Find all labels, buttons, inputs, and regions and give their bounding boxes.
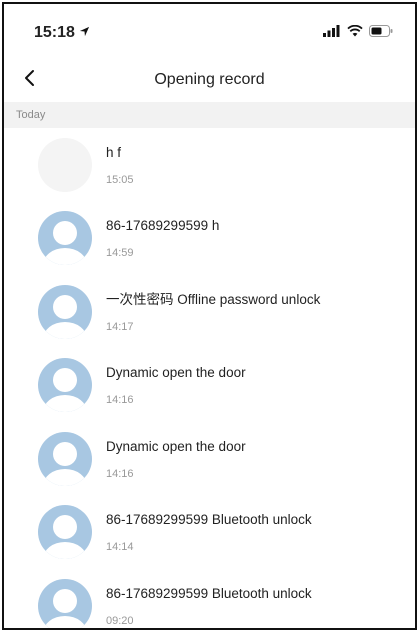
avatar [38, 358, 92, 413]
avatar [38, 578, 92, 628]
status-icons [323, 24, 393, 42]
avatar [38, 284, 92, 339]
record-row[interactable]: Dynamic open the door 14:16 [4, 349, 415, 423]
page-title: Opening record [154, 71, 265, 88]
section-label: Today [16, 109, 46, 121]
record-title: h f [106, 144, 122, 160]
record-title: 一次性密码 Offline password unlock [106, 291, 321, 307]
status-time-group: 15:18 [34, 24, 90, 42]
record-text: Dynamic open the door 14:16 [106, 364, 246, 406]
record-time: 14:16 [106, 467, 134, 480]
user-silhouette-icon [38, 579, 92, 628]
record-time: 14:16 [106, 394, 134, 407]
user-silhouette-icon [38, 505, 92, 560]
record-time: 09:20 [106, 614, 134, 627]
record-time: 15:05 [106, 173, 134, 186]
user-silhouette-icon [38, 432, 92, 486]
user-silhouette-icon [38, 358, 92, 413]
record-text: 86-17689299599 h 14:59 [106, 217, 219, 259]
nav-bar: Opening record [4, 62, 415, 98]
status-bar: 15:18 [4, 4, 415, 62]
user-silhouette-icon [38, 285, 92, 339]
screen: 15:18 Opening record Today h f 15:05 86-… [2, 2, 417, 630]
record-row[interactable]: 86-17689299599 Bluetooth unlock 09:20 [4, 569, 415, 628]
location-arrow-icon [79, 24, 90, 42]
battery-icon [369, 24, 393, 42]
avatar [38, 505, 92, 560]
record-text: 一次性密码 Offline password unlock 14:17 [106, 291, 320, 333]
record-text: h f 15:05 [106, 144, 134, 186]
record-text: Dynamic open the door 14:16 [106, 438, 246, 480]
record-title: Dynamic open the door [106, 438, 246, 454]
avatar [38, 211, 92, 266]
record-time: 14:14 [106, 541, 134, 554]
record-title: 86-17689299599 Bluetooth unlock [106, 512, 312, 528]
chevron-left-icon [23, 69, 37, 92]
record-list: h f 15:05 86-17689299599 h 14:59 一次性密码 Offli… [4, 128, 415, 628]
record-time: 14:17 [106, 320, 134, 333]
record-title: 86-17689299599 h [106, 218, 220, 234]
record-row[interactable]: 86-17689299599 Bluetooth unlock 14:14 [4, 496, 415, 570]
record-row[interactable]: h f 15:05 [4, 128, 415, 202]
record-row[interactable]: 一次性密码 Offline password unlock 14:17 [4, 275, 415, 349]
record-title: Dynamic open the door [106, 365, 246, 381]
avatar [38, 137, 92, 192]
wifi-icon [347, 24, 363, 42]
record-text: 86-17689299599 Bluetooth unlock 14:14 [106, 511, 312, 553]
signal-icon [323, 24, 341, 42]
record-row[interactable]: 86-17689299599 h 14:59 [4, 202, 415, 276]
back-button[interactable] [18, 68, 42, 92]
record-row[interactable]: Dynamic open the door 14:16 [4, 422, 415, 496]
user-silhouette-icon [38, 211, 92, 266]
section-header-today: Today [4, 102, 415, 128]
record-time: 14:59 [106, 247, 134, 260]
record-title: 86-17689299599 Bluetooth unlock [106, 585, 312, 601]
record-text: 86-17689299599 Bluetooth unlock 09:20 [106, 585, 312, 627]
avatar [38, 431, 92, 486]
status-time: 15:18 [34, 24, 75, 41]
